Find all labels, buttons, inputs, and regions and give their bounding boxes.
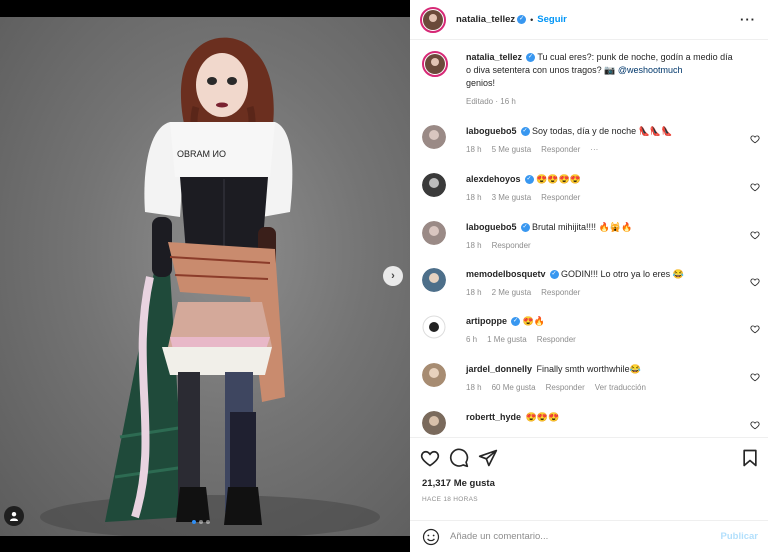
commenter-avatar[interactable] bbox=[422, 363, 446, 387]
more-options-icon[interactable]: ··· bbox=[740, 12, 756, 27]
post-timestamp: HACE 18 HORAS bbox=[422, 496, 478, 503]
photo-illustration: OBRAM ИO bbox=[40, 37, 380, 536]
follow-button[interactable]: Seguir bbox=[537, 14, 567, 25]
like-comment-heart-icon[interactable] bbox=[750, 182, 760, 192]
comment-input[interactable] bbox=[450, 531, 700, 542]
comment-username[interactable]: laboguebo5 bbox=[466, 222, 517, 232]
share-paper-plane-icon[interactable] bbox=[478, 448, 498, 468]
reply-button[interactable]: Responder bbox=[541, 286, 580, 299]
post-details-panel: natalia_tellez ✓ • Seguir ··· natalia_tel… bbox=[410, 0, 768, 552]
reply-button[interactable]: Responder bbox=[541, 191, 580, 204]
post-photo: OBRAM ИO bbox=[0, 17, 410, 536]
verified-badge-icon: ✓ bbox=[520, 223, 530, 233]
caption-username[interactable]: natalia_tellez bbox=[466, 52, 522, 62]
comment-time: 18 h bbox=[466, 288, 482, 297]
next-slide-button[interactable]: › bbox=[383, 266, 403, 286]
comment-time: 18 h bbox=[466, 241, 482, 250]
comment-username[interactable]: artipoppe bbox=[466, 316, 507, 326]
commenter-avatar[interactable] bbox=[422, 173, 446, 197]
comment-text: Finally smth worthwhile bbox=[536, 364, 630, 374]
comment-emoji: 😍😍😍 bbox=[525, 412, 560, 422]
commenter-avatar[interactable] bbox=[422, 411, 446, 435]
comment-options-icon[interactable]: ··· bbox=[590, 143, 598, 156]
emoji-picker-icon[interactable] bbox=[422, 528, 440, 546]
caption-mention[interactable]: @weshootmuch bbox=[618, 65, 683, 75]
instagram-post-modal: OBRAM ИO › natalia_tellez ✓ • Seguir ···… bbox=[0, 0, 768, 552]
carousel-dot bbox=[206, 520, 210, 524]
author-avatar[interactable] bbox=[420, 6, 446, 33]
separator-dot: • bbox=[530, 14, 534, 25]
publish-button[interactable]: Publicar bbox=[721, 531, 759, 542]
comment-likes-link[interactable]: 2 Me gusta bbox=[492, 286, 532, 299]
tagged-users-button[interactable] bbox=[4, 506, 24, 526]
verified-badge-icon: ✓ bbox=[520, 127, 530, 137]
verified-badge-icon: ✓ bbox=[549, 270, 559, 280]
carousel-indicator bbox=[192, 520, 210, 524]
comment-emoji: 👠👠👠 bbox=[638, 126, 673, 136]
like-comment-heart-icon[interactable] bbox=[750, 277, 760, 287]
commenter-avatar[interactable] bbox=[422, 315, 446, 339]
comments-list[interactable]: natalia_tellez ✓ Tu cual eres?: punk de n… bbox=[410, 41, 768, 437]
user-icon bbox=[10, 512, 18, 521]
comment-text: GODIN!!! Lo otro ya lo eres bbox=[561, 269, 671, 279]
post-header: natalia_tellez ✓ • Seguir ··· bbox=[410, 0, 768, 40]
comment-time: 18 h bbox=[466, 145, 482, 154]
likes-count[interactable]: 21,317 Me gusta bbox=[422, 478, 495, 489]
comment-text: Soy todas, día y de noche bbox=[532, 126, 637, 136]
comment-likes-link[interactable]: 60 Me gusta bbox=[492, 381, 536, 394]
comment-emoji: 😂 bbox=[629, 364, 641, 374]
comment-emoji: 😂 bbox=[672, 269, 684, 279]
comment-username[interactable]: robertt_hyde bbox=[466, 412, 521, 422]
caption-meta: Editado · 16 h bbox=[466, 97, 516, 106]
verified-badge-icon: ✓ bbox=[511, 317, 521, 327]
comment-username[interactable]: memodelbosquetv bbox=[466, 269, 546, 279]
comment-username[interactable]: laboguebo5 bbox=[466, 126, 517, 136]
comment-username[interactable]: jardel_donnelly bbox=[466, 364, 532, 374]
verified-badge-icon: ✓ bbox=[526, 53, 536, 63]
comment-time: 6 h bbox=[466, 335, 478, 344]
comment-likes-link[interactable]: 1 Me gusta bbox=[487, 333, 527, 346]
verified-badge-icon: ✓ bbox=[524, 175, 534, 185]
post-actions: 21,317 Me gusta HACE 18 HORAS bbox=[410, 437, 768, 528]
save-bookmark-icon[interactable] bbox=[740, 448, 760, 468]
comment-likes-link[interactable]: 5 Me gusta bbox=[492, 143, 532, 156]
like-comment-heart-icon[interactable] bbox=[750, 230, 760, 240]
comment-bubble-icon[interactable] bbox=[449, 448, 469, 468]
like-comment-heart-icon[interactable] bbox=[750, 134, 760, 144]
shirt-print: OBRAM ИO bbox=[177, 149, 226, 159]
like-comment-heart-icon[interactable] bbox=[750, 372, 760, 382]
comment-likes-link[interactable]: 3 Me gusta bbox=[492, 191, 532, 204]
reply-button[interactable]: Responder bbox=[546, 381, 585, 394]
author-avatar[interactable] bbox=[422, 51, 448, 77]
post-media: OBRAM ИO › bbox=[0, 0, 410, 552]
like-comment-heart-icon[interactable] bbox=[750, 324, 760, 334]
author-username[interactable]: natalia_tellez ✓ bbox=[456, 14, 527, 25]
carousel-dot-active bbox=[192, 520, 196, 524]
see-translation-link[interactable]: Ver traducción bbox=[595, 381, 646, 394]
chevron-right-icon: › bbox=[391, 270, 395, 282]
commenter-avatar[interactable] bbox=[422, 221, 446, 245]
comment-time: 18 h bbox=[466, 193, 482, 202]
comment-text: Brutal mihijita!!!! bbox=[532, 222, 597, 232]
like-comment-heart-icon[interactable] bbox=[750, 420, 760, 430]
carousel-dot bbox=[199, 520, 203, 524]
reply-button[interactable]: Responder bbox=[541, 143, 580, 156]
comment-composer: Publicar bbox=[410, 520, 768, 552]
comment-time: 18 h bbox=[466, 383, 482, 392]
comment-emoji: 😍🔥 bbox=[522, 316, 545, 326]
comment-emoji: 😍😍😍😍 bbox=[536, 174, 581, 184]
reply-button[interactable]: Responder bbox=[537, 333, 576, 346]
comment-username[interactable]: alexdehoyos bbox=[466, 174, 521, 184]
commenter-avatar[interactable] bbox=[422, 125, 446, 149]
like-heart-icon[interactable] bbox=[420, 448, 440, 468]
comment-emoji: 🔥🙀🔥 bbox=[598, 222, 633, 232]
commenter-avatar[interactable] bbox=[422, 268, 446, 292]
reply-button[interactable]: Responder bbox=[492, 239, 531, 252]
verified-badge-icon: ✓ bbox=[517, 14, 527, 24]
caption-tail: genios! bbox=[466, 78, 496, 88]
